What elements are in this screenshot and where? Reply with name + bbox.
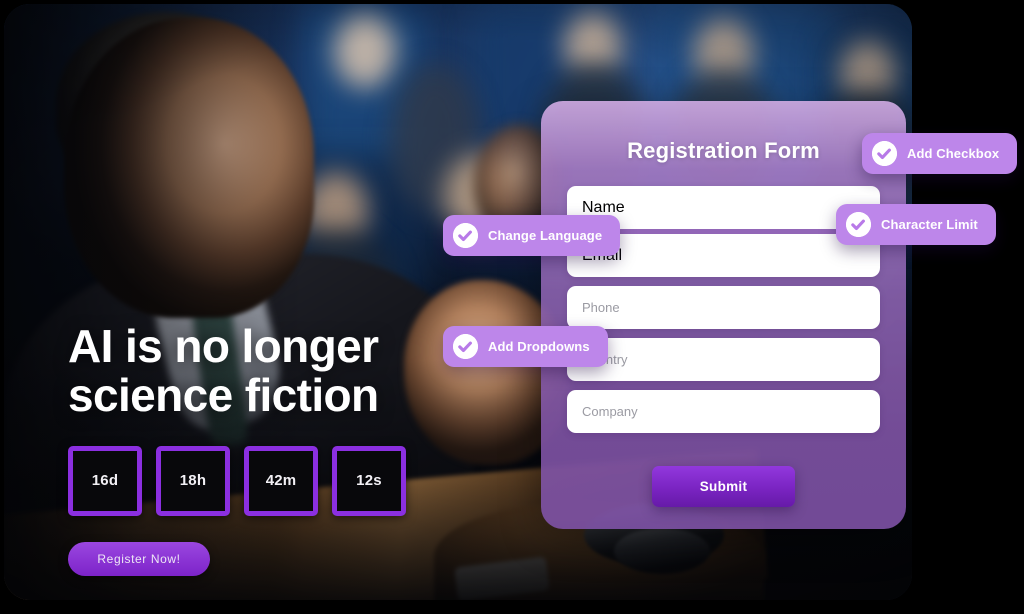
pill-add-checkbox[interactable]: Add Checkbox xyxy=(862,133,1018,174)
pill-label: Change Language xyxy=(488,228,603,243)
submit-button-row: Submit xyxy=(567,466,880,507)
pill-label: Add Dropdowns xyxy=(488,339,590,354)
check-circle-icon xyxy=(872,141,897,166)
countdown-timer: 16d 18h 42m 12s xyxy=(68,445,488,516)
screenshot-stage: AI is no longer science fiction 16d 18h … xyxy=(0,0,1024,614)
pill-label: Character Limit xyxy=(881,217,978,232)
check-circle-icon xyxy=(453,334,478,359)
countdown-days-value: 16d xyxy=(91,472,119,489)
headline-line-1: AI is no longer xyxy=(68,320,379,372)
submit-button[interactable]: Submit xyxy=(652,466,795,507)
countdown-days: 16d xyxy=(68,445,142,516)
phone-field-placeholder: Phone xyxy=(582,300,620,315)
countdown-hours-value: 18h xyxy=(179,472,207,489)
speaker-head xyxy=(64,18,314,318)
name-field-placeholder: Name xyxy=(582,198,625,216)
country-field[interactable]: Country xyxy=(567,338,880,381)
company-field[interactable]: Company xyxy=(567,390,880,433)
pill-character-limit[interactable]: Character Limit xyxy=(836,204,996,245)
headline-line-2: science fiction xyxy=(68,368,379,421)
registration-form-panel: Registration Form Name Email Phone Count… xyxy=(541,101,906,529)
countdown-seconds-value: 12s xyxy=(356,472,382,489)
countdown-minutes-value: 42m xyxy=(265,472,297,489)
hero-image-canvas: AI is no longer science fiction 16d 18h … xyxy=(4,4,912,600)
microphone-top xyxy=(614,528,710,574)
phone-field[interactable]: Phone xyxy=(567,286,880,329)
countdown-seconds: 12s xyxy=(332,445,406,516)
form-title: Registration Form xyxy=(627,138,820,163)
pill-change-language[interactable]: Change Language xyxy=(443,215,621,256)
audience-figure xyxy=(334,14,396,88)
check-circle-icon xyxy=(846,212,871,237)
page-headline: AI is no longer science fiction xyxy=(68,322,488,420)
pill-label: Add Checkbox xyxy=(907,146,1000,161)
countdown-hours: 18h xyxy=(156,445,230,516)
countdown-minutes: 42m xyxy=(244,445,318,516)
check-circle-icon xyxy=(453,223,478,248)
pill-add-dropdowns[interactable]: Add Dropdowns xyxy=(443,326,608,367)
hero-content: AI is no longer science fiction 16d 18h … xyxy=(68,322,488,576)
register-now-button[interactable]: Register Now! xyxy=(68,541,210,576)
company-field-placeholder: Company xyxy=(582,404,638,419)
